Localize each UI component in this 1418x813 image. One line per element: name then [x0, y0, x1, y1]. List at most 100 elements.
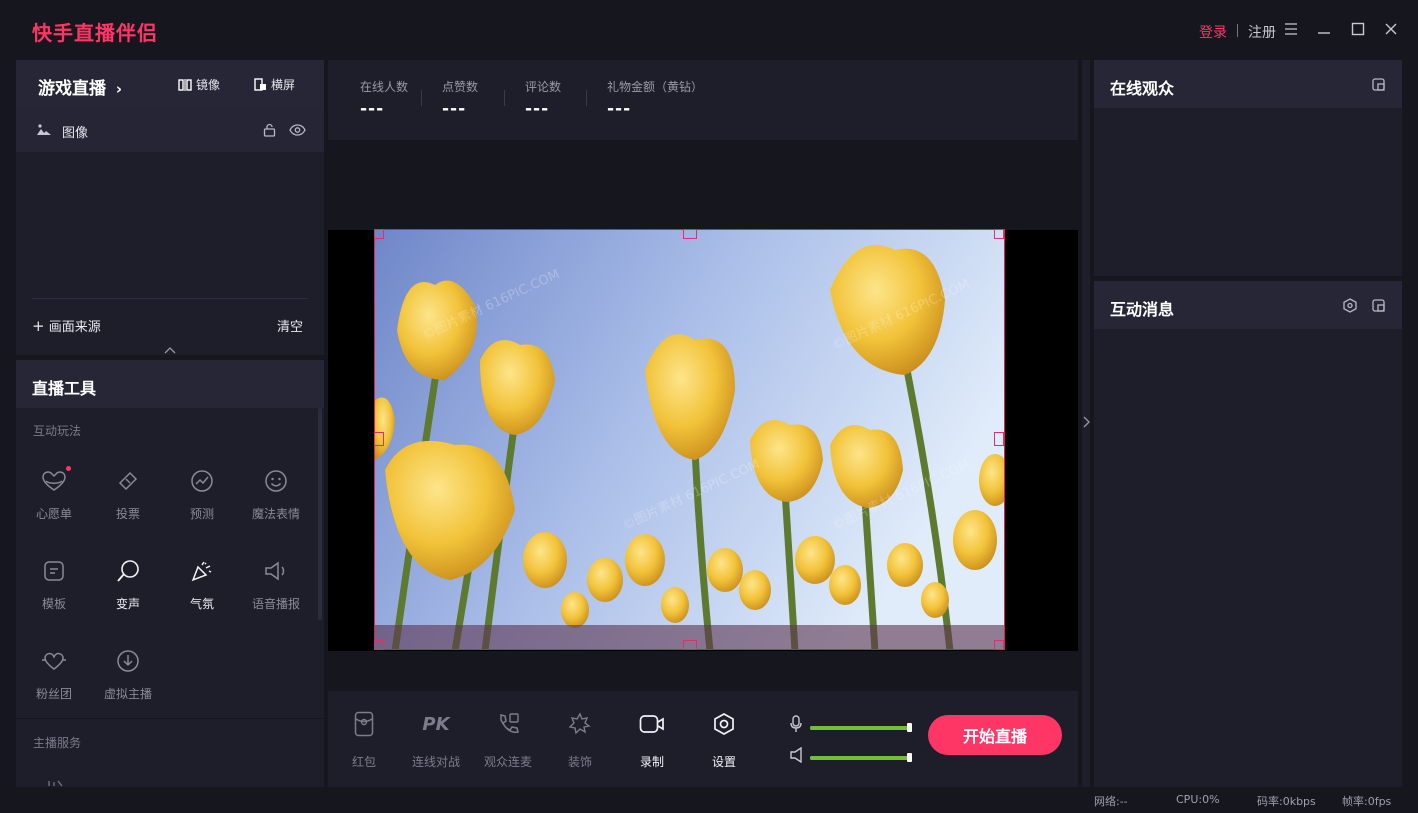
right-panel-collapse[interactable]	[1082, 60, 1090, 787]
title-divider	[1237, 24, 1238, 37]
resize-handle-bottom[interactable]	[683, 640, 697, 650]
online-viewers-panel: 在线观众	[1094, 60, 1402, 276]
wishlist-icon	[39, 466, 71, 496]
chevron-right-icon: ›	[115, 80, 123, 98]
stat-online: 在线人数 ---	[360, 78, 408, 119]
live-tools-title: 直播工具	[32, 379, 97, 398]
tool-atmosphere[interactable]: 气氛	[165, 550, 239, 630]
live-tools-panel: 直播工具 互动玩法 心愿单 投票 预测 魔法表情 模板 变声 气氛 语音播报 粉…	[16, 360, 324, 787]
bottom-label: 录制	[639, 755, 664, 769]
red-packet-button[interactable]: 红包	[331, 709, 397, 770]
eye-icon[interactable]	[289, 124, 306, 136]
landscape-icon	[254, 78, 266, 91]
resize-handle-tl[interactable]	[374, 229, 384, 239]
add-source-label: 画面来源	[48, 320, 101, 335]
unlock-icon[interactable]	[263, 123, 276, 137]
resize-handle-br[interactable]	[994, 640, 1004, 650]
stat-gifts: 礼物金额（黄钻） ---	[607, 78, 703, 119]
tool-virtual-anchor[interactable]: 虚拟主播	[91, 640, 165, 720]
tool-label: 变声	[115, 597, 140, 611]
stat-label: 在线人数	[360, 80, 409, 94]
speaker-volume-knob[interactable]	[907, 753, 912, 762]
record-button[interactable]: 录制	[619, 709, 685, 770]
settings-button[interactable]: 设置	[691, 709, 757, 770]
start-live-button[interactable]: 开始直播	[928, 715, 1062, 755]
popout-icon[interactable]	[1372, 299, 1385, 312]
stat-divider	[504, 90, 505, 106]
clear-button[interactable]: 清空	[277, 316, 303, 335]
stat-divider	[586, 90, 587, 106]
resize-handle-left[interactable]	[374, 432, 384, 446]
tools-scrollbar[interactable]	[318, 408, 322, 620]
menu-icon[interactable]	[1280, 18, 1302, 40]
pk-icon: PK	[422, 713, 450, 735]
tool-voice-broadcast[interactable]: 语音播报	[239, 550, 313, 630]
stat-divider	[421, 90, 422, 106]
tool-predict[interactable]: 预测	[165, 460, 239, 540]
live-type-label: 游戏直播	[38, 79, 106, 99]
landscape-button[interactable]: 横屏	[254, 76, 295, 93]
voice-change-icon	[113, 556, 143, 586]
settings-icon	[712, 709, 736, 739]
tool-label: 粉丝团	[35, 687, 72, 701]
login-link[interactable]: 登录	[1199, 22, 1227, 42]
tool-vote[interactable]: 投票	[91, 460, 165, 540]
popout-icon[interactable]	[1372, 78, 1385, 91]
app-title: 快手直播伴侣	[32, 21, 158, 45]
close-icon[interactable]	[1380, 18, 1402, 40]
resize-handle-bl[interactable]	[374, 640, 384, 650]
audience-call-icon	[496, 709, 520, 739]
add-source-button[interactable]: + 画面来源	[32, 316, 101, 335]
resize-handle-tr[interactable]	[994, 229, 1004, 239]
stat-value: ---	[607, 99, 632, 119]
bottom-label: 连线对战	[411, 755, 460, 769]
stat-label: 点赞数	[442, 80, 479, 94]
stat-likes: 点赞数 ---	[442, 78, 478, 119]
audience-call-button[interactable]: 观众连麦	[475, 709, 541, 770]
speaker-volume-fill	[810, 756, 910, 760]
chevron-up-icon[interactable]	[164, 346, 176, 354]
predict-icon	[187, 466, 217, 496]
speaker-volume-slider[interactable]	[810, 756, 910, 760]
tool-wishlist[interactable]: 心愿单	[17, 460, 91, 540]
tool-label: 气氛	[189, 597, 214, 611]
chevron-right-icon	[1083, 416, 1090, 428]
tool-voice-change[interactable]: 变声	[91, 550, 165, 630]
smiley-icon	[261, 466, 291, 496]
settings-icon[interactable]	[1343, 298, 1357, 313]
section-anchor-service: 主播服务	[33, 736, 82, 750]
preview-image[interactable]: ©图片素材 616PIC.COM ©图片素材 616PIC.COM ©图片素材 …	[374, 229, 1005, 650]
mic-volume-knob[interactable]	[907, 723, 912, 732]
tool-label: 虚拟主播	[103, 687, 152, 701]
register-link[interactable]: 注册	[1248, 22, 1276, 42]
record-icon	[639, 709, 665, 739]
source-divider	[32, 298, 308, 299]
maximize-icon[interactable]	[1347, 18, 1369, 40]
source-item-label: 图像	[62, 126, 89, 141]
mirror-button[interactable]: 镜像	[178, 76, 220, 93]
minimize-icon[interactable]	[1313, 18, 1335, 40]
mic-volume-slider[interactable]	[810, 726, 910, 730]
image-icon	[37, 124, 51, 135]
resize-handle-top[interactable]	[683, 229, 697, 239]
red-packet-icon	[354, 709, 374, 739]
speaker-volume-icon[interactable]	[790, 747, 804, 763]
stat-label: 评论数	[525, 80, 562, 94]
wishlist-badge	[66, 466, 71, 471]
decoration-button[interactable]: 装饰	[547, 709, 613, 770]
resize-handle-right[interactable]	[994, 432, 1004, 446]
tool-template[interactable]: 模板	[17, 550, 91, 630]
status-fps: 帧率:0fps	[1342, 795, 1392, 808]
online-viewers-title: 在线观众	[1110, 79, 1175, 98]
tool-magic-emoji[interactable]: 魔法表情	[239, 460, 313, 540]
microphone-icon[interactable]	[790, 715, 802, 733]
tool-fan-club[interactable]: 粉丝团	[17, 640, 91, 720]
mirror-icon	[178, 78, 192, 91]
stat-label: 礼物金额（黄钻）	[607, 80, 704, 94]
pk-button[interactable]: PK 连线对战	[403, 709, 469, 770]
fan-heart-icon	[39, 646, 69, 676]
tool-label: 投票	[115, 507, 140, 521]
live-type-selector[interactable]: 游戏直播 ›	[38, 74, 122, 99]
decoration-icon	[568, 709, 592, 739]
mic-volume-fill	[810, 726, 910, 730]
